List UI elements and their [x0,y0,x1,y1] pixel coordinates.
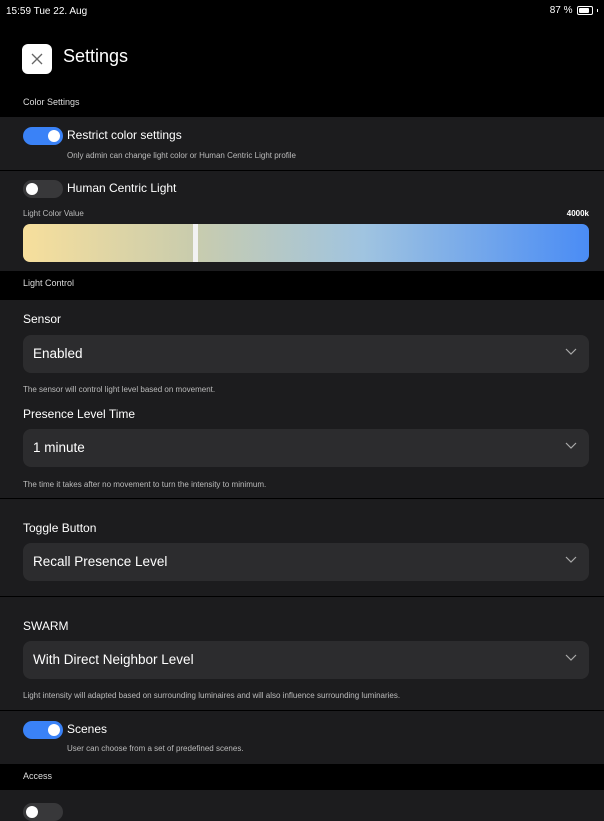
restrict-color-row: Restrict color settings Only admin can c… [0,117,604,170]
status-time: 15:59 Tue 22. Aug [6,6,88,17]
header-bar: Settings [0,24,604,90]
hcl-label: Human Centric Light [67,181,177,195]
toggle-button-label: Toggle Button [23,521,97,535]
sensor-presence-group [0,300,604,498]
light-color-slider[interactable] [23,224,589,262]
sensor-label: Sensor [23,312,62,326]
sensor-dropdown[interactable]: Enabled [23,335,589,373]
access-row [0,790,604,821]
swarm-dropdown[interactable]: With Direct Neighbor Level [23,641,589,679]
restrict-color-description: Only admin can change light color or Hum… [67,151,297,160]
swarm-help: Light intensity will adapted based on su… [23,691,401,700]
scenes-toggle[interactable] [23,721,63,739]
battery-indicator: 87 % [550,5,598,16]
access-toggle[interactable] [23,803,63,821]
presence-time-value: 1 minute [33,440,85,455]
chevron-down-icon [565,654,577,661]
close-icon [31,53,43,65]
restrict-color-toggle[interactable] [23,127,63,145]
chevron-down-icon [565,442,577,449]
sensor-value: Enabled [33,346,83,361]
section-title: Light Control [23,278,75,288]
section-color-settings: Color Settings [0,90,604,117]
slider-handle[interactable] [192,224,198,262]
presence-time-label: Presence Level Time [23,407,136,421]
section-title: Color Settings [23,97,80,107]
sensor-help: The sensor will control light level base… [23,385,216,394]
chevron-down-icon [565,556,577,563]
scenes-description: User can choose from a set of predefined… [67,744,244,753]
close-button[interactable] [22,44,52,74]
light-color-value: 4000k [566,209,589,218]
section-light-control: Light Control [0,271,604,300]
presence-time-dropdown[interactable]: 1 minute [23,429,589,467]
battery-icon [576,6,593,15]
status-bar: 15:59 Tue 22. Aug 87 % [0,0,604,24]
hcl-toggle[interactable] [23,180,63,198]
light-color-label: Light Color Value [23,209,84,218]
scenes-row: Scenes User can choose from a set of pre… [0,711,604,764]
section-access: Access [0,764,604,790]
battery-percent: 87 % [549,5,573,16]
toggle-button-dropdown[interactable]: Recall Presence Level [23,543,589,581]
chevron-down-icon [565,348,577,355]
restrict-color-label: Restrict color settings [67,128,182,142]
scenes-label: Scenes [67,722,108,736]
section-title: Access [23,771,53,781]
page-title: Settings [63,46,129,66]
swarm-label: SWARM [23,619,69,633]
toggle-button-value: Recall Presence Level [33,554,168,569]
presence-time-help: The time it takes after no movement to t… [23,480,267,489]
swarm-value: With Direct Neighbor Level [33,652,194,667]
